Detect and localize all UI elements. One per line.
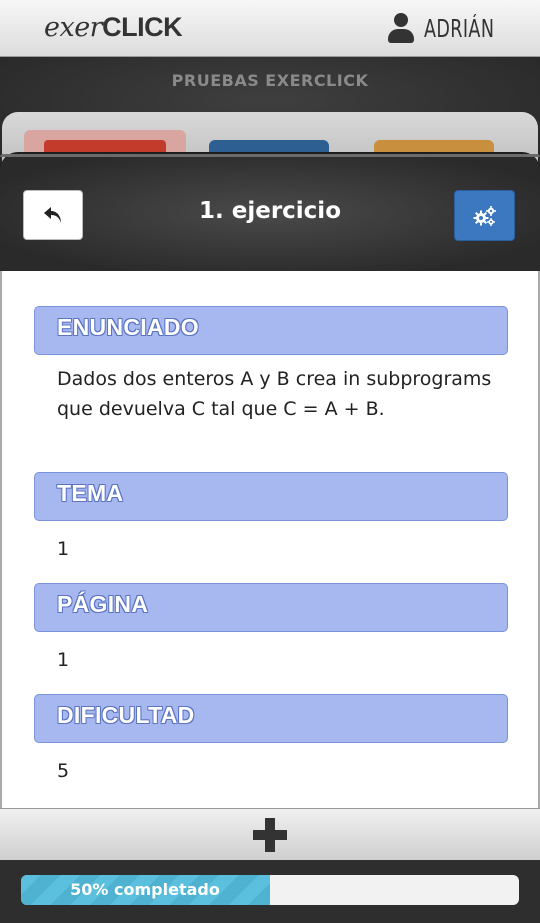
section-header-label: DIFICULTAD [57,702,195,728]
progress-footer: 50% completado [0,860,540,923]
back-button[interactable] [23,190,83,240]
logo-prefix: exer [44,12,103,43]
undo-arrow-icon [44,207,61,223]
top-app-bar: exerCLICK ADRIÁN [0,0,540,57]
section-header-pagina: PÁGINA [34,583,508,632]
plus-icon [253,817,287,852]
app-logo[interactable]: exerCLICK [44,12,183,43]
gears-icon [473,205,496,226]
progress-bar: 50% completado [21,875,519,905]
exercise-details[interactable]: ENUNCIADO Dados dos enteros A y B crea i… [0,271,540,808]
section-value-pagina: 1 [57,649,70,671]
section-header-label: ENUNCIADO [57,314,199,340]
section-header-dificultad: DIFICULTAD [34,694,508,743]
user-name: ADRIÁN [424,13,495,43]
section-header-label: TEMA [57,480,124,506]
exercise-title: 1. ejercicio [198,198,341,224]
section-value-dificultad: 5 [57,760,70,782]
section-value-enunciado: Dados dos enteros A y B crea in subprogr… [57,368,492,420]
progress-label: 50% completado [70,880,220,899]
section-header-enunciado: ENUNCIADO [34,306,508,355]
add-button[interactable] [0,808,540,860]
section-header-label: PÁGINA [57,591,149,617]
user-menu[interactable]: ADRIÁN [388,10,496,46]
settings-button[interactable] [454,190,515,241]
section-header-tema: TEMA [34,472,508,521]
user-icon [388,13,414,43]
section-value-tema: 1 [57,538,70,560]
collection-title: PRUEBAS EXERCLICK [171,71,369,90]
logo-main: CLICK [102,12,183,42]
